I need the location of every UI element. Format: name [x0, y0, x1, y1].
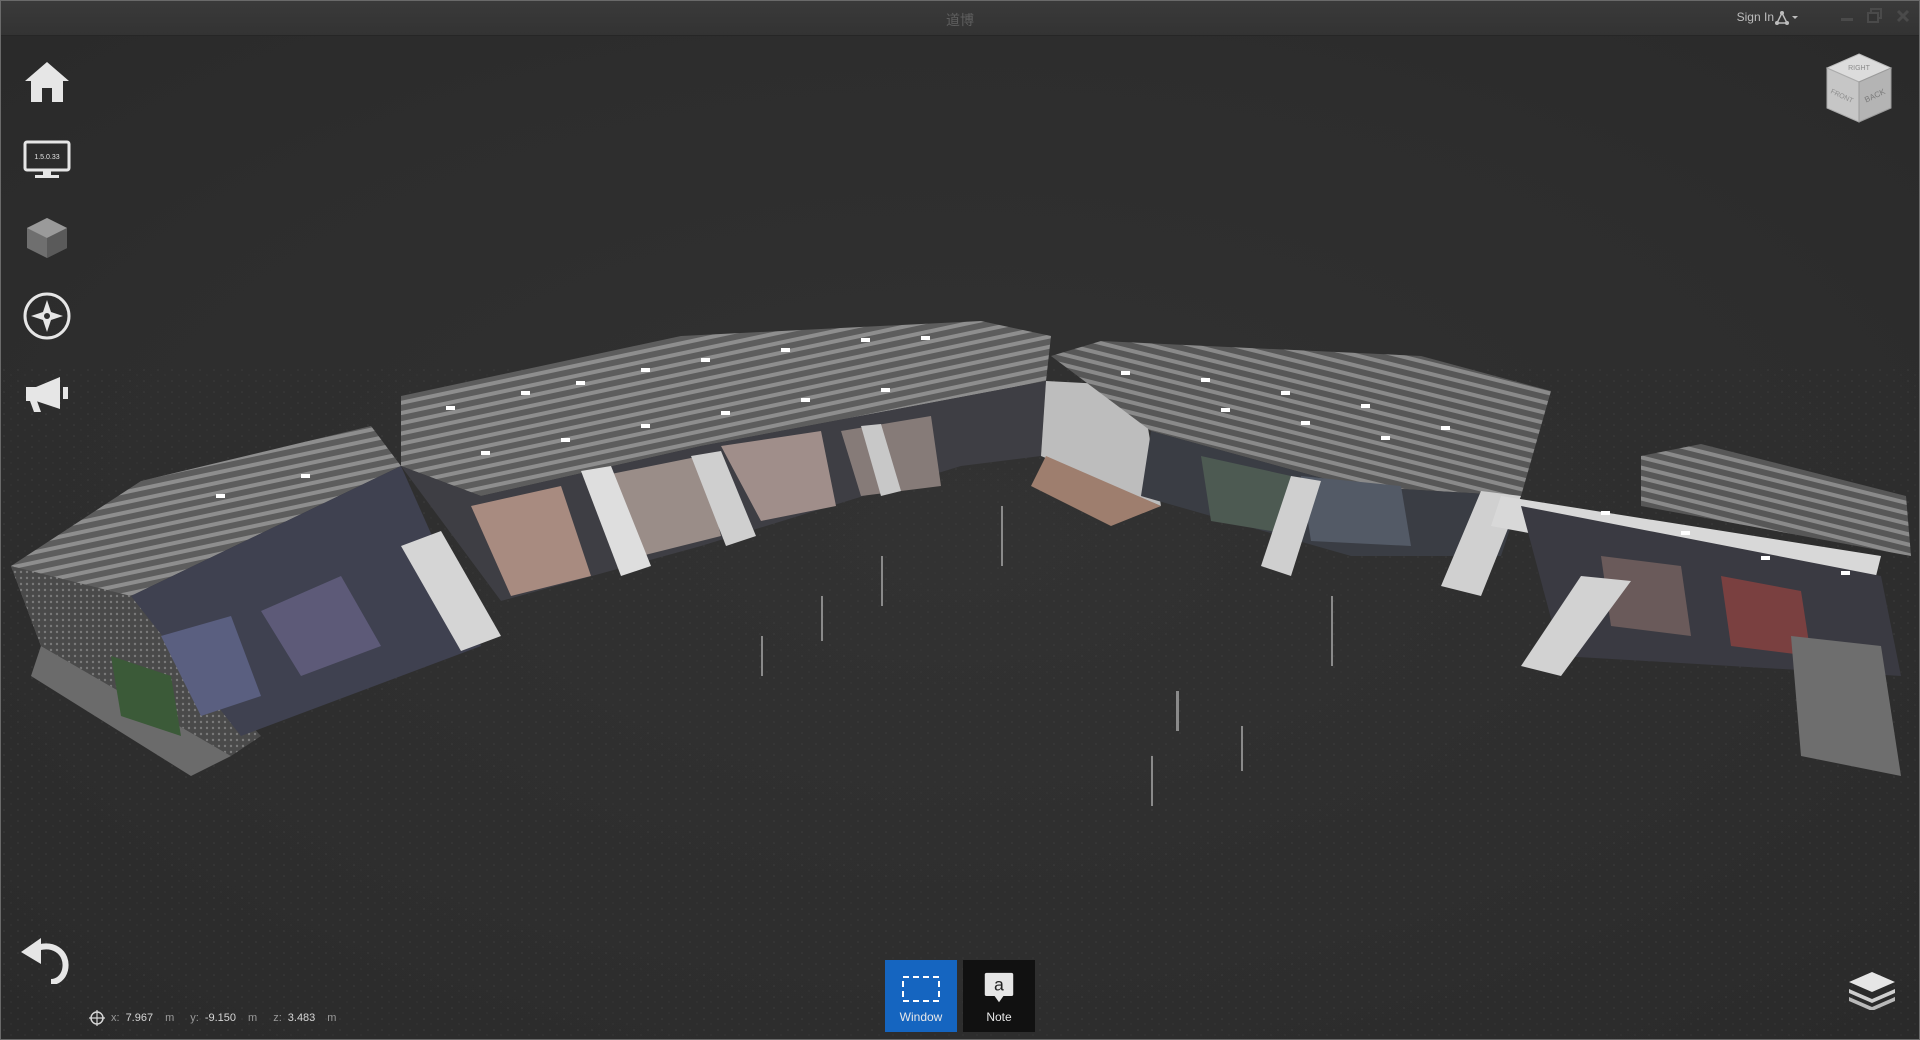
crosshair-icon [89, 1010, 105, 1026]
coordinate-readout: x: 7.967 m y: -9.150 m z: 3.483 m [89, 1010, 346, 1026]
layers-button[interactable] [1847, 970, 1897, 1015]
minimize-button[interactable] [1837, 6, 1857, 26]
window-title: 道博 [946, 12, 974, 28]
selection-rectangle-icon [902, 976, 940, 1002]
coord-x-unit: m [165, 1012, 175, 1024]
close-button[interactable] [1893, 6, 1913, 26]
coord-y-unit: m [248, 1012, 258, 1024]
coord-y-value: -9.150 [204, 1012, 237, 1024]
window-button-label: Window [899, 1010, 943, 1024]
announce-button[interactable] [19, 368, 75, 420]
compass-icon [23, 292, 71, 340]
viewcube-face-right: RIGHT [1848, 65, 1871, 72]
display-button[interactable]: 1.5.0.33 [19, 134, 75, 186]
network-icon[interactable] [1775, 10, 1801, 31]
undo-button[interactable] [19, 938, 73, 989]
window-controls [1837, 6, 1913, 26]
maximize-button[interactable] [1865, 6, 1885, 26]
version-badge: 1.5.0.33 [34, 154, 59, 161]
note-button[interactable]: a Note [963, 960, 1035, 1032]
window-select-button[interactable]: Window [885, 960, 957, 1032]
3d-viewport[interactable]: 1.5.0.33 RIGHT FRONT BACK x: 7.967 m y: … [1, 36, 1919, 1039]
coord-z-unit: m [327, 1012, 337, 1024]
title-bar: 道博 Sign In [1, 1, 1919, 36]
undo-icon [21, 938, 69, 985]
bottom-toolbar: Window a Note [885, 960, 1035, 1032]
monitor-icon: 1.5.0.33 [23, 140, 71, 178]
view-cube[interactable]: RIGHT FRONT BACK [1819, 50, 1899, 137]
layers-icon [1849, 972, 1895, 1011]
coord-z-value: 3.483 [287, 1012, 316, 1024]
coord-y-label: y: [190, 1012, 199, 1024]
note-button-label: Note [986, 1010, 1012, 1024]
coord-x-label: x: [111, 1012, 120, 1024]
sign-in-link[interactable]: Sign In [1737, 10, 1774, 24]
note-icon: a [984, 972, 1014, 1003]
coord-x-value: 7.967 [125, 1012, 154, 1024]
app-window: 道博 Sign In 1.5.0.33 RIGHT FRONT BACK x: … [0, 0, 1920, 1040]
home-button[interactable] [19, 56, 75, 108]
coord-z-label: z: [273, 1012, 282, 1024]
note-glyph: a [994, 975, 1004, 995]
megaphone-icon [26, 377, 68, 412]
navigation-button[interactable] [19, 290, 75, 342]
point-cloud-scene[interactable] [1, 36, 1919, 1039]
model-button[interactable] [19, 212, 75, 264]
cube-icon [27, 218, 67, 258]
home-icon [25, 62, 69, 102]
